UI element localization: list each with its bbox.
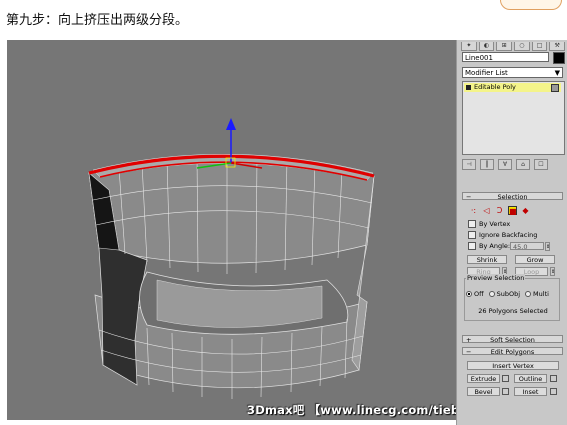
tab-modify[interactable]: ◐: [478, 42, 495, 51]
site-logo: [500, 0, 562, 10]
modifier-list-dropdown[interactable]: Modifier List ▼: [462, 67, 563, 78]
grow-button[interactable]: Grow: [515, 255, 555, 264]
extrude-button[interactable]: Extrude: [467, 374, 500, 383]
command-panel: ✦ ◐ ⊞ ○ □ ⚒ Line001 Modifier List ▼ Edit…: [456, 40, 567, 425]
tab-create[interactable]: ✦: [461, 42, 477, 51]
show-end-result-icon[interactable]: ║: [480, 158, 494, 170]
tab-display[interactable]: □: [531, 42, 548, 51]
bevel-settings-icon[interactable]: [502, 388, 509, 395]
shrink-button[interactable]: Shrink: [467, 255, 507, 264]
angle-input[interactable]: 45.0: [510, 242, 544, 251]
selection-count-text: 26 Polygons Selected: [478, 307, 548, 315]
polygon-icon[interactable]: ■: [508, 205, 517, 216]
stack-item-editable-poly[interactable]: Editable Poly: [464, 83, 561, 92]
preview-multi-radio[interactable]: Multi: [525, 290, 549, 298]
perspective-viewport[interactable]: 3Dmax吧 【www.linecg.com/tieba/1771】: [7, 40, 456, 420]
expand-icon[interactable]: [466, 85, 471, 90]
command-panel-tabs: ✦ ◐ ⊞ ○ □ ⚒: [461, 42, 566, 51]
ring-mesh-render: [88, 118, 375, 399]
bevel-button[interactable]: Bevel: [467, 387, 500, 396]
step-caption: 第九步：向上挤压出两级分段。: [6, 13, 189, 28]
by-angle-checkbox[interactable]: By Angle:: [468, 242, 510, 250]
remove-modifier-icon[interactable]: ⌂: [516, 158, 530, 170]
border-icon[interactable]: Ↄ: [495, 206, 504, 215]
gizmo-z-arrow: [226, 118, 236, 130]
configure-sets-icon[interactable]: ☐: [534, 158, 548, 170]
element-icon[interactable]: ◆: [521, 206, 530, 215]
watermark: 3Dmax吧 【www.linecg.com/tieba/1771】: [247, 403, 456, 417]
vertex-icon[interactable]: ·:: [469, 206, 478, 215]
preview-selection-label: Preview Selection: [466, 274, 526, 282]
soft-selection-title: Soft Selection: [490, 336, 535, 344]
by-angle-label: By Angle:: [479, 242, 511, 250]
angle-spinner[interactable]: ⇕: [545, 242, 550, 251]
edge-icon[interactable]: ◁: [482, 206, 491, 215]
object-name-field[interactable]: Line001: [462, 52, 549, 62]
selection-rollout-header[interactable]: − Selection: [462, 192, 563, 201]
modifier-list-label: Modifier List: [465, 69, 508, 77]
stack-item-label: Editable Poly: [474, 83, 516, 91]
modifier-stack: Editable Poly: [462, 81, 565, 155]
preview-subobj-radio[interactable]: SubObj: [488, 290, 520, 298]
tab-motion[interactable]: ○: [514, 42, 530, 51]
edit-polygons-rollout-header[interactable]: − Edit Polygons: [462, 347, 563, 356]
insert-vertex-button[interactable]: Insert Vertex: [467, 361, 559, 370]
material-icon: [551, 84, 559, 92]
ignore-backfacing-label: Ignore Backfacing: [479, 231, 538, 239]
selection-rollout-title: Selection: [497, 193, 528, 201]
outline-button[interactable]: Outline: [514, 374, 547, 383]
subobject-selector: ·: ◁ Ↄ ■ ◆: [469, 204, 559, 216]
inset-button[interactable]: Inset: [514, 387, 547, 396]
tab-hierarchy[interactable]: ⊞: [496, 42, 513, 51]
pin-stack-icon[interactable]: ⊣: [462, 158, 476, 170]
make-unique-icon[interactable]: ∀: [498, 158, 512, 170]
extrude-settings-icon[interactable]: [502, 375, 509, 382]
preview-off-radio[interactable]: Off: [466, 290, 484, 298]
preview-selection-options: Off SubObj Multi: [466, 290, 549, 298]
stack-toolbar: ⊣ ║ ∀ ⌂ ☐: [462, 158, 563, 170]
edit-polygons-title: Edit Polygons: [490, 348, 535, 356]
tab-utilities[interactable]: ⚒: [549, 42, 566, 51]
by-vertex-checkbox[interactable]: By Vertex: [468, 220, 510, 228]
by-vertex-label: By Vertex: [479, 220, 511, 228]
object-color-swatch[interactable]: [553, 52, 565, 64]
outline-settings-icon[interactable]: [550, 375, 557, 382]
inset-settings-icon[interactable]: [550, 388, 557, 395]
ignore-backfacing-checkbox[interactable]: Ignore Backfacing: [468, 231, 537, 239]
chevron-down-icon: ▼: [554, 69, 560, 77]
loop-spinner[interactable]: ⇕: [550, 267, 555, 276]
soft-selection-rollout-header[interactable]: + Soft Selection: [462, 335, 563, 344]
